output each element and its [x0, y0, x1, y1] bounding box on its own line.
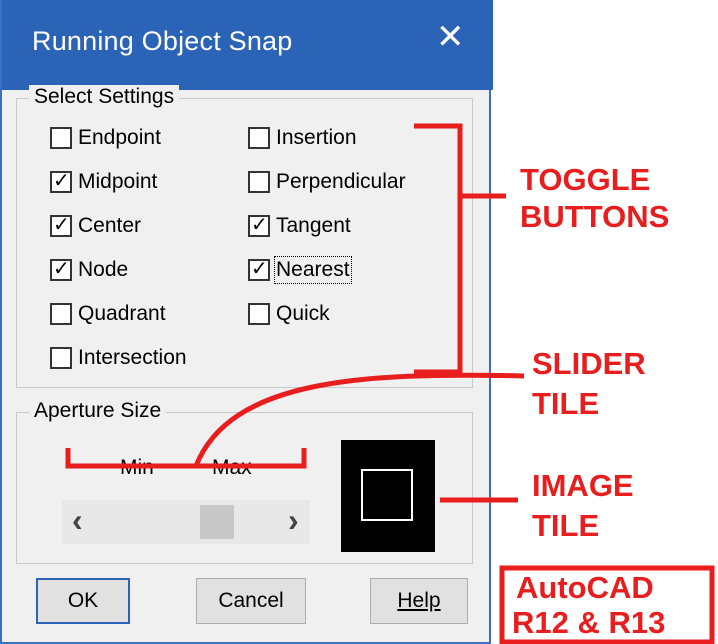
check-mark-icon: ✓	[53, 258, 70, 280]
aperture-box-icon	[361, 469, 413, 521]
checkbox-box	[248, 127, 270, 149]
check-mark-icon: ✓	[53, 170, 70, 192]
image-tile-annotation-line1: IMAGE	[532, 468, 634, 503]
checkbox-box	[248, 303, 270, 325]
checkbox-quick[interactable]: Quick	[248, 302, 330, 326]
checkbox-label: Intersection	[78, 346, 187, 369]
checkbox-label: Endpoint	[78, 126, 161, 149]
checkbox-label: Tangent	[276, 214, 351, 237]
slider-tile-annotation-line1: SLIDER	[532, 346, 646, 381]
version-annotation-line1: AutoCAD	[516, 570, 654, 605]
check-mark-icon: ✓	[53, 214, 70, 236]
checkbox-midpoint[interactable]: ✓ Midpoint	[50, 170, 157, 194]
cancel-button[interactable]: Cancel	[196, 578, 306, 624]
checkbox-label: Node	[78, 258, 129, 281]
checkbox-label: Midpoint	[78, 170, 158, 193]
checkbox-insertion[interactable]: Insertion	[248, 126, 357, 150]
toggle-buttons-annotation-line2: BUTTONS	[520, 199, 670, 234]
checkbox-box	[50, 347, 72, 369]
checkbox-label: Nearest	[274, 256, 352, 284]
select-settings-label: Select Settings	[29, 85, 180, 109]
slider-thumb[interactable]	[200, 505, 234, 539]
checkbox-box: ✓	[248, 258, 270, 281]
aperture-slider[interactable]: ‹ ›	[62, 500, 310, 544]
scroll-right-icon[interactable]: ›	[288, 502, 299, 539]
checkbox-intersection[interactable]: Intersection	[50, 346, 187, 370]
checkbox-node[interactable]: ✓ Node	[50, 258, 128, 282]
checkbox-box	[50, 303, 72, 325]
checkbox-center[interactable]: ✓ Center	[50, 214, 141, 238]
checkbox-perpendicular[interactable]: Perpendicular	[248, 170, 406, 194]
checkbox-label: Insertion	[276, 126, 357, 149]
checkbox-label: Quadrant	[78, 302, 166, 325]
checkbox-label: Perpendicular	[276, 170, 406, 193]
checkbox-quadrant[interactable]: Quadrant	[50, 302, 166, 326]
checkbox-endpoint[interactable]: Endpoint	[50, 126, 161, 150]
checkbox-box	[248, 171, 270, 193]
aperture-preview-image	[341, 440, 435, 552]
version-annotation-line2: R12 & R13	[512, 605, 666, 640]
toggle-buttons-annotation-line1: TOGGLE	[520, 162, 651, 197]
aperture-size-label: Aperture Size	[29, 399, 167, 423]
image-tile-annotation-line2: TILE	[532, 508, 600, 543]
running-object-snap-dialog: Running Object Snap ✕ Select Settings En…	[0, 0, 493, 644]
close-icon[interactable]: ✕	[436, 20, 465, 54]
check-mark-icon: ✓	[251, 214, 268, 236]
checkbox-box: ✓	[50, 214, 72, 237]
checkbox-label: Quick	[276, 302, 330, 325]
check-mark-icon: ✓	[251, 258, 268, 280]
title-bar: Running Object Snap ✕	[2, 0, 493, 90]
checkbox-nearest[interactable]: ✓ Nearest	[248, 256, 352, 284]
checkbox-box: ✓	[50, 170, 72, 193]
scroll-left-icon[interactable]: ‹	[72, 502, 83, 539]
checkbox-box	[50, 127, 72, 149]
help-button[interactable]: Help	[370, 578, 468, 624]
checkbox-box: ✓	[50, 258, 72, 281]
slider-max-label: Max	[212, 456, 252, 479]
checkbox-tangent[interactable]: ✓ Tangent	[248, 214, 351, 238]
checkbox-box: ✓	[248, 214, 270, 237]
checkbox-label: Center	[78, 214, 142, 237]
dialog-title: Running Object Snap	[32, 26, 293, 56]
ok-button[interactable]: OK	[36, 578, 130, 624]
slider-tile-annotation-line2: TILE	[532, 386, 600, 421]
slider-min-label: Min	[120, 456, 154, 479]
